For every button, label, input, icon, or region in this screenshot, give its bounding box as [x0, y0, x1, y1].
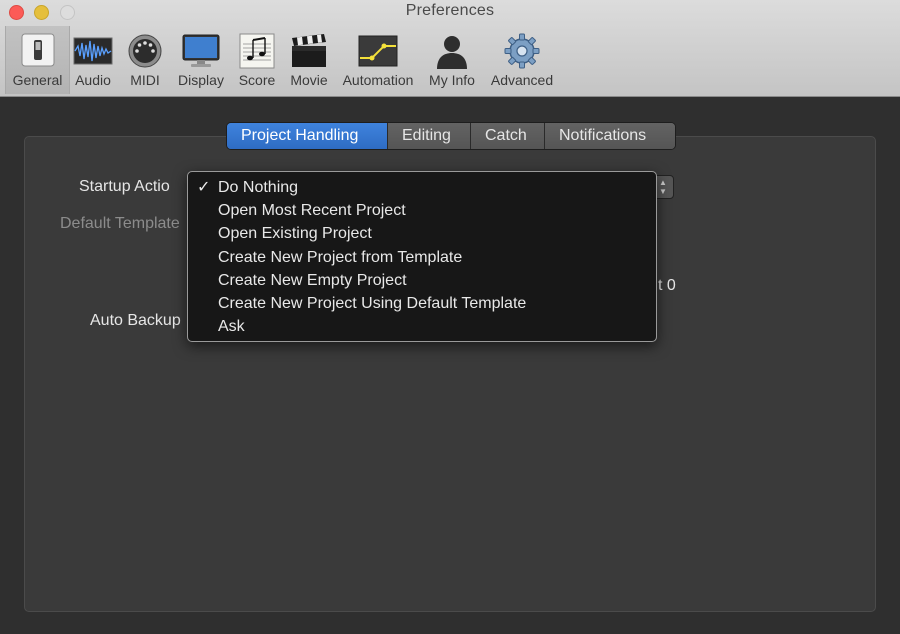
toolbar-label-display: Display — [178, 72, 224, 88]
checkmark-icon: ✓ — [197, 179, 211, 196]
toolbar-label-midi: MIDI — [130, 72, 160, 88]
window-title: Preferences — [405, 2, 495, 19]
toolbar-label-advanced: Advanced — [490, 72, 554, 88]
midi-connector-icon — [128, 34, 162, 68]
toolbar-movie[interactable]: Movie — [285, 26, 333, 94]
toolbar-advanced[interactable]: Advanced — [487, 26, 557, 94]
toolbar-label-my-info: My Info — [429, 72, 475, 88]
menu-item-label: Open Existing Project — [218, 225, 372, 243]
person-silhouette-icon — [437, 36, 467, 69]
tab-notifications[interactable]: Notifications — [545, 123, 675, 149]
auto-backup-label: Auto Backup — [90, 312, 181, 329]
gear-icon — [504, 33, 540, 69]
toolbar-automation[interactable]: Automation — [339, 26, 417, 94]
toolbar-label-movie: Movie — [290, 72, 328, 88]
menu-item-label: Create New Project Using Default Templat… — [218, 294, 527, 312]
tab-catch[interactable]: Catch — [471, 123, 545, 149]
menu-item-create-from-template[interactable]: Create New Project from Template — [188, 246, 656, 269]
toolbar-my-info[interactable]: My Info — [425, 26, 479, 94]
general-switch-icon — [21, 33, 54, 67]
toolbar-label-automation: Automation — [342, 72, 414, 88]
startup-action-menu: ✓ Do Nothing Open Most Recent Project Op… — [187, 171, 657, 342]
audio-waveform-icon — [73, 37, 113, 65]
toolbar-label-general: General — [12, 72, 63, 88]
startup-action-label: Startup Actio — [79, 178, 170, 195]
tab-project-handling[interactable]: Project Handling — [227, 123, 388, 149]
tab-bar: Project Handling Editing Catch Notificat… — [226, 122, 676, 150]
tab-editing[interactable]: Editing — [388, 123, 471, 149]
movie-clapper-icon — [292, 34, 326, 67]
default-template-label: Default Template — [60, 215, 180, 232]
toolbar-label-score: Score — [238, 72, 276, 88]
menu-item-label: Do Nothing — [218, 179, 299, 196]
score-notes-icon — [239, 33, 275, 69]
menu-item-open-most-recent[interactable]: Open Most Recent Project — [188, 199, 656, 222]
toolbar-midi[interactable]: MIDI — [123, 26, 167, 94]
menu-item-do-nothing[interactable]: ✓ Do Nothing — [188, 176, 656, 199]
automation-curve-icon — [358, 35, 398, 67]
toolbar-score[interactable]: Score — [234, 26, 280, 94]
toolbar-display[interactable]: Display — [174, 26, 228, 94]
menu-item-open-existing[interactable]: Open Existing Project — [188, 222, 656, 245]
menu-item-create-default-template[interactable]: Create New Project Using Default Templat… — [188, 292, 656, 315]
display-monitor-icon — [182, 34, 220, 67]
menu-item-create-empty[interactable]: Create New Empty Project — [188, 269, 656, 292]
partial-setting-text: t 0 — [658, 277, 676, 294]
menu-item-label: Ask — [218, 318, 245, 336]
menu-item-label: Open Most Recent Project — [218, 202, 406, 220]
title-bar: Preferences General Audio MIDI Display S… — [0, 0, 900, 97]
toolbar-label-audio: Audio — [75, 72, 111, 88]
menu-item-label: Create New Project from Template — [218, 248, 463, 266]
menu-item-ask[interactable]: Ask — [188, 315, 656, 338]
toolbar-audio[interactable]: Audio — [70, 26, 116, 94]
menu-item-label: Create New Empty Project — [218, 271, 407, 289]
toolbar-general[interactable]: General — [5, 26, 70, 94]
